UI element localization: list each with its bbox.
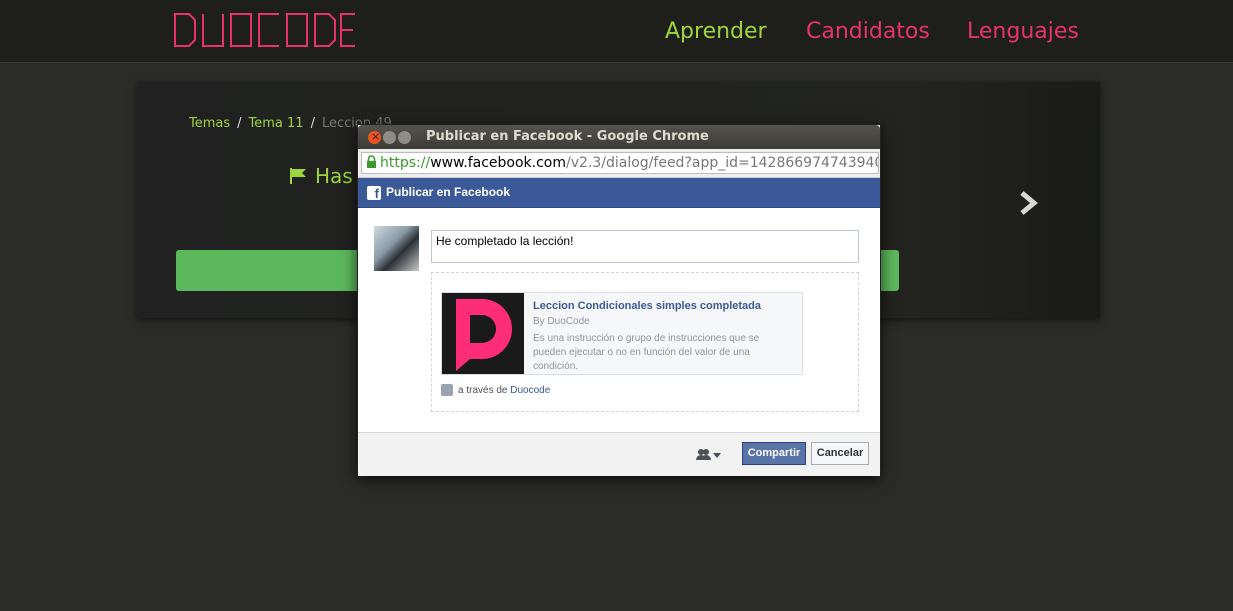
facebook-logo-icon: f (367, 186, 381, 201)
audience-selector-icon[interactable] (696, 447, 722, 466)
facebook-dialog-footer: Compartir Cancelar (358, 432, 880, 476)
next-lesson-arrow-icon[interactable] (1018, 190, 1040, 220)
nav-candidatos[interactable]: Candidatos (806, 19, 930, 44)
url-bar: https://www.facebook.com/v2.3/dialog/fee… (358, 149, 880, 178)
window-close-icon[interactable] (368, 130, 381, 144)
link-source: By DuoCode (533, 316, 590, 327)
flag-icon (289, 166, 309, 190)
window-titlebar[interactable]: Publicar en Facebook - Google Chrome (358, 125, 880, 149)
nav-lenguajes[interactable]: Lenguajes (967, 19, 1079, 44)
lesson-title: Has (289, 164, 353, 190)
link-title[interactable]: Leccion Condicionales simples completada (533, 300, 761, 312)
app-icon (441, 384, 453, 396)
window-title: Publicar en Facebook - Google Chrome (426, 129, 709, 144)
breadcrumb-separator: / (310, 116, 315, 131)
top-navbar: Aprender Candidatos Lenguajes (0, 0, 1233, 63)
lock-icon (366, 155, 377, 173)
via-prefix: a través de (458, 385, 508, 396)
link-thumbnail-image (442, 293, 524, 374)
link-preview-card[interactable]: Leccion Condicionales simples completada… (441, 292, 803, 375)
url-host: www.facebook.com (430, 155, 566, 171)
breadcrumb-tema[interactable]: Tema 11 (249, 116, 304, 131)
cancel-button[interactable]: Cancelar (811, 442, 869, 465)
share-attachment: Leccion Condicionales simples completada… (431, 272, 859, 412)
window-maximize-icon[interactable] (398, 131, 411, 144)
url-scheme: https:// (380, 155, 431, 171)
breadcrumb-separator: / (237, 116, 242, 131)
share-message-input[interactable]: He completado la lección! (431, 230, 859, 263)
breadcrumb-temas[interactable]: Temas (189, 116, 230, 131)
nav-aprender[interactable]: Aprender (665, 19, 767, 44)
via-app-attribution: a través de Duocode (441, 384, 550, 396)
url-field[interactable]: https://www.facebook.com/v2.3/dialog/fee… (361, 152, 879, 174)
duocode-logo[interactable] (173, 12, 357, 52)
facebook-share-window: Publicar en Facebook - Google Chrome htt… (357, 124, 881, 476)
user-avatar (374, 226, 419, 271)
via-app-link[interactable]: Duocode (510, 385, 550, 396)
facebook-dialog-body: He completado la lección! Leccion Condic… (358, 208, 880, 430)
facebook-dialog-title: Publicar en Facebook (386, 185, 511, 199)
facebook-dialog-header: f Publicar en Facebook (358, 178, 880, 208)
link-description: Es una instrucción o grupo de instruccio… (533, 333, 760, 370)
url-path: /v2.3/dialog/feed?app_id=142866974743940… (566, 155, 878, 171)
window-minimize-icon[interactable] (383, 131, 396, 144)
share-button[interactable]: Compartir (742, 442, 806, 465)
lesson-title-text: Has (315, 164, 353, 188)
